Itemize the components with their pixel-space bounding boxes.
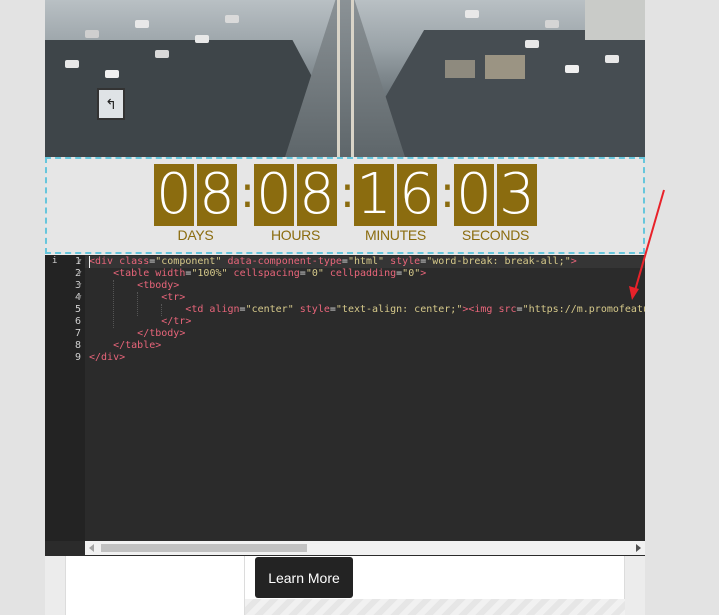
hours-digit-1: 0 [254, 164, 294, 226]
placeholder-stripes [245, 599, 625, 615]
horizontal-scrollbar[interactable] [85, 541, 645, 555]
separator: : [440, 167, 455, 218]
minutes-digit-2: 6 [397, 164, 437, 226]
code-token: "0" [402, 268, 421, 279]
line-number: 6 [74, 316, 81, 327]
code-line[interactable]: <tr> [89, 292, 645, 304]
content-section: Learn More [45, 556, 645, 615]
fold-arrow-icon[interactable]: ▼ [76, 280, 83, 292]
seconds-label: SECONDS [461, 227, 530, 243]
scrollbar-thumb[interactable] [101, 544, 307, 552]
code-token: </tbody> [137, 328, 186, 339]
seconds-digit-2: 3 [497, 164, 537, 226]
seconds-digit-1: 0 [454, 164, 494, 226]
text-cursor [89, 256, 90, 268]
code-token: src [498, 304, 517, 315]
code-token: <div [89, 256, 120, 267]
code-token: "https://m.promofeatu [522, 304, 645, 315]
code-token: class [119, 256, 150, 267]
countdown-digits: 0 8 : 0 8 : 1 6 : 0 3 [154, 164, 540, 226]
fold-arrow-icon[interactable]: ▼ [76, 268, 83, 280]
code-token: <tr> [161, 292, 186, 303]
hours-label: HOURS [270, 227, 321, 243]
code-token: data-component-type [227, 256, 342, 267]
code-token: ><img [462, 304, 499, 315]
code-token: "0" [305, 268, 324, 279]
line-number: 9 [74, 352, 81, 363]
code-token: > [570, 256, 577, 267]
traffic-sign-icon: ↰ [97, 88, 125, 120]
red-arrow-annotation [629, 189, 665, 300]
code-token: style [390, 256, 421, 267]
email-canvas: ↰ 0 8 : 0 8 : 1 6 : 0 3 DAYS HOURS MINUT… [45, 0, 665, 615]
line-number: 5 [74, 304, 81, 315]
countdown-labels: DAYS HOURS MINUTES SECONDS [154, 227, 537, 243]
separator: : [340, 167, 355, 218]
minutes-digit-1: 1 [354, 164, 394, 226]
hero-image[interactable]: ↰ [45, 0, 645, 157]
countdown-timer[interactable]: 0 8 : 0 8 : 1 6 : 0 3 DAYS HOURS MINUTES… [45, 157, 645, 254]
code-content[interactable]: <div class="component" data-component-ty… [89, 256, 645, 364]
hours-digit-2: 8 [297, 164, 337, 226]
line-number-gutter: i 123456789 ▼ ▼ ▼ ▼ [45, 255, 85, 541]
code-line[interactable]: </div> [89, 352, 645, 364]
code-token: "100%" [191, 268, 228, 279]
code-token: </table> [113, 340, 162, 351]
code-token: style [299, 304, 330, 315]
code-token: > [420, 268, 427, 279]
days-digit-1: 0 [154, 164, 194, 226]
code-token: cellpadding [329, 268, 397, 279]
scroll-right-icon[interactable] [636, 544, 641, 552]
code-token: cellspacing [233, 268, 300, 279]
code-line[interactable]: </tr> [89, 316, 645, 328]
separator: : [240, 167, 255, 218]
code-token: <td [185, 304, 210, 315]
code-token: align [209, 304, 240, 315]
code-token: </div> [89, 352, 126, 363]
days-label: DAYS [177, 227, 214, 243]
line-number: 7 [74, 328, 81, 339]
code-line[interactable]: </table> [89, 340, 645, 352]
scroll-left-icon[interactable] [89, 544, 94, 552]
code-line[interactable]: <td align="center" style="text-align: ce… [89, 304, 645, 316]
code-token: width [155, 268, 186, 279]
code-token: <tbody> [137, 280, 180, 291]
learn-more-button[interactable]: Learn More [255, 557, 353, 598]
html-code-editor[interactable]: i 123456789 ▼ ▼ ▼ ▼ <div class="componen… [45, 255, 645, 556]
code-line[interactable]: <table width="100%" cellspacing="0" cell… [89, 268, 645, 280]
code-token: "center" [245, 304, 294, 315]
fold-arrow-icon[interactable]: ▼ [76, 256, 83, 268]
code-line[interactable]: <tbody> [89, 280, 645, 292]
code-token: <table [113, 268, 156, 279]
days-digit-2: 8 [197, 164, 237, 226]
page: ↰ 0 8 : 0 8 : 1 6 : 0 3 DAYS HOURS MINUT… [0, 0, 719, 615]
code-token: "text-align: center;" [335, 304, 463, 315]
code-token: </tr> [161, 316, 192, 327]
code-token: "word-break: break-all;" [426, 256, 571, 267]
fold-arrow-icon[interactable]: ▼ [76, 292, 83, 304]
code-line[interactable]: </tbody> [89, 328, 645, 340]
minutes-label: MINUTES [365, 227, 426, 243]
code-token: "html" [347, 256, 385, 267]
code-token: "component" [155, 256, 222, 267]
code-line[interactable]: <div class="component" data-component-ty… [89, 256, 645, 268]
line-number: 8 [74, 340, 81, 351]
